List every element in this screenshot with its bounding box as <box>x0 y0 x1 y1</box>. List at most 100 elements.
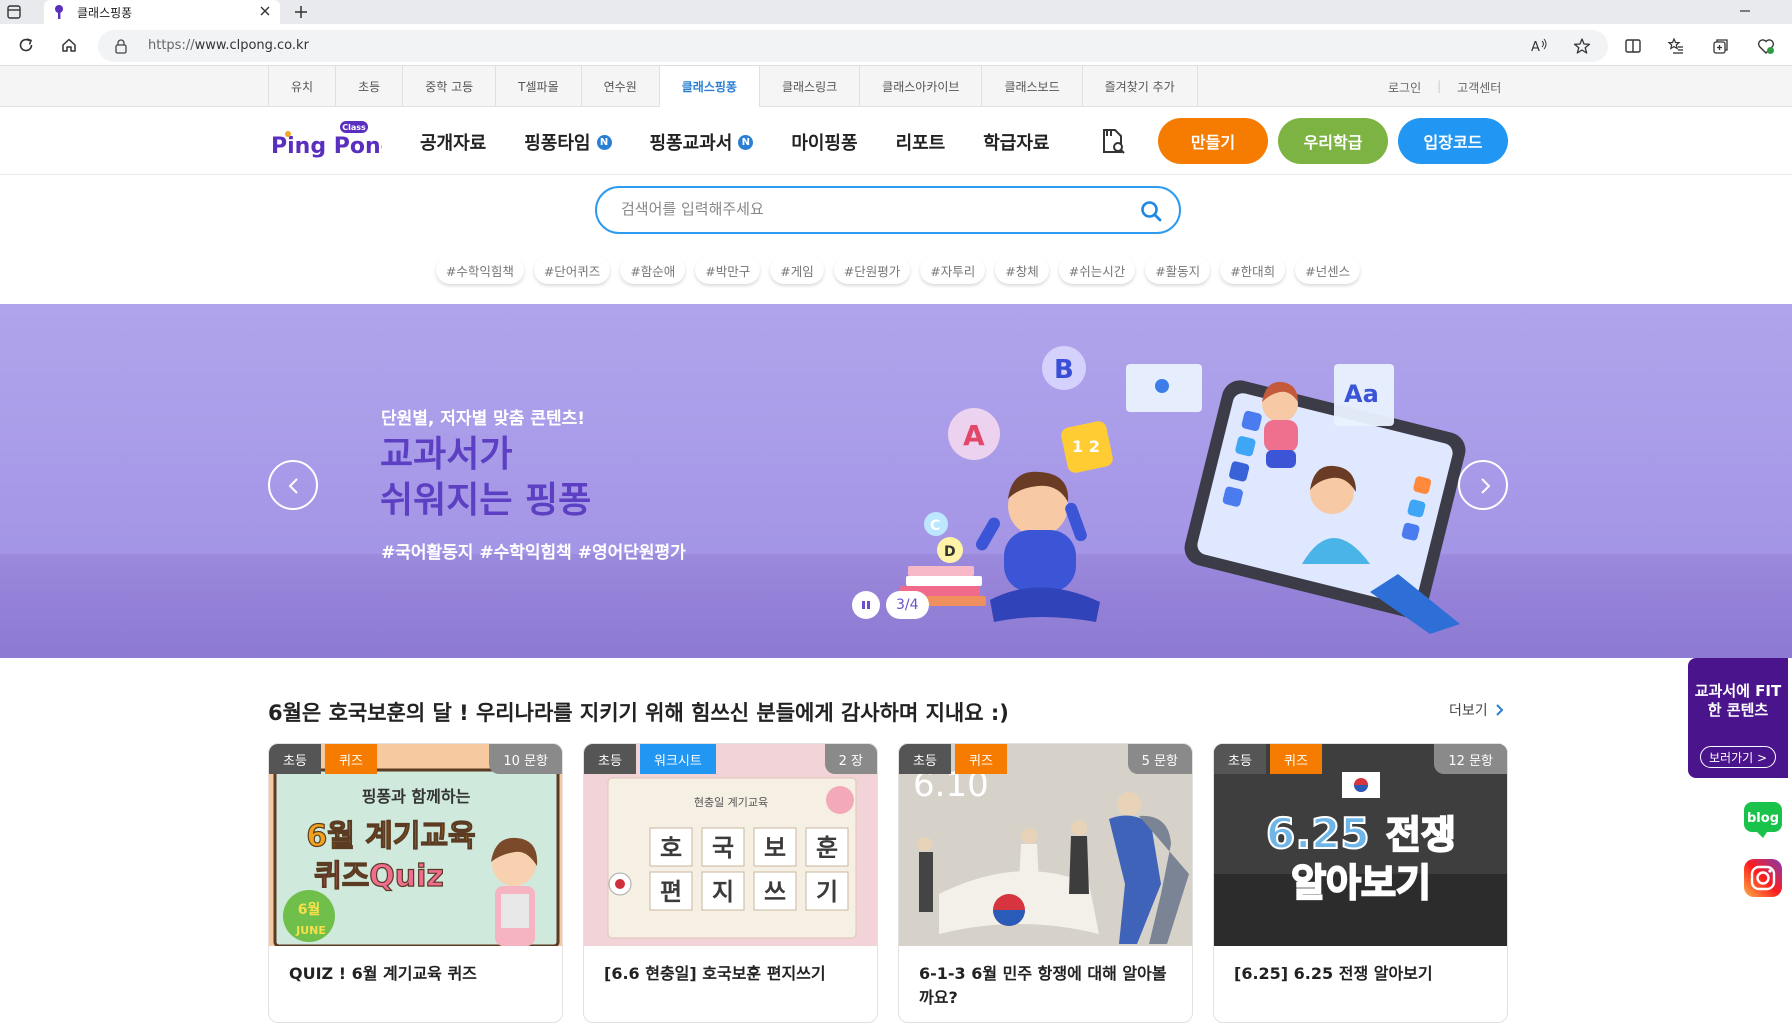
svg-text:6.25: 6.25 <box>1266 809 1370 858</box>
collections-icon[interactable] <box>1712 37 1730 55</box>
more-link[interactable]: 더보기 <box>1449 700 1504 720</box>
address-bar-row: https://www.clpong.co.kr A <box>0 24 1792 66</box>
support-link[interactable]: 고객센터 <box>1457 79 1501 96</box>
search-tag[interactable]: #활동지 <box>1145 256 1211 284</box>
site-nav-item[interactable]: 유치 <box>269 66 337 107</box>
content-card[interactable]: 핑퐁과 함께하는 6월 계기교육 퀴즈Quiz 6월 JUNE 초등 퀴즈 10… <box>268 743 563 1023</box>
search-tag-list: #수학익힘책 #단어퀴즈 #함순애 #박만구 #게임 #단원평가 #자투리 #창체 #쉬는시간 #… <box>0 256 1792 284</box>
card-title: [6.25] 6.25 전쟁 알아보기 <box>1234 964 1433 983</box>
search-input[interactable] <box>621 200 1121 218</box>
card-count-badge: 5 문항 <box>1127 744 1192 774</box>
family-site-list: 유치 초등 중학 고등 T셀파몰 연수원 클래스핑퐁 클래스링크 클래스아카이브 클래스보드 즐겨… <box>268 66 1198 107</box>
blog-icon[interactable]: blog <box>1743 800 1783 840</box>
minimize-icon[interactable] <box>1738 4 1752 18</box>
main-menu-item[interactable]: 핑퐁교과서 N <box>650 129 754 155</box>
new-badge: N <box>596 134 612 150</box>
card-thumbnail-art: 6.10 <box>913 765 1189 944</box>
site-favicon-icon <box>53 4 65 20</box>
site-nav-item[interactable]: 초등 <box>336 66 404 107</box>
site-nav-item[interactable]: 클래스링크 <box>760 66 861 107</box>
new-tab-icon[interactable] <box>292 3 310 21</box>
lock-icon[interactable] <box>114 38 128 54</box>
svg-text:Aa: Aa <box>1344 380 1379 408</box>
search-icon[interactable] <box>1139 199 1163 223</box>
tab-actions-icon[interactable] <box>6 4 22 20</box>
svg-text:1 2: 1 2 <box>1072 437 1100 456</box>
search-tag[interactable]: #게임 <box>770 256 824 284</box>
content-card[interactable]: 6.10 초등 퀴즈 5 문항 6-1-3 6월 민주 항쟁에 대해 알아볼까요… <box>898 743 1193 1023</box>
site-nav-item[interactable]: T셀파몰 <box>496 66 582 107</box>
side-promo-button[interactable]: 보러가기 > <box>1700 746 1776 768</box>
banner-title: 교과서가 쉬워지는 핑퐁 <box>380 432 591 524</box>
pause-icon <box>862 601 870 609</box>
search-tag[interactable]: #함순애 <box>620 256 686 284</box>
pause-button[interactable] <box>852 591 880 619</box>
favorites-icon[interactable] <box>1667 37 1685 55</box>
search-tag[interactable]: #수학익힘책 <box>435 256 524 284</box>
document-search-icon[interactable] <box>1100 127 1126 155</box>
svg-text:전쟁: 전쟁 <box>1386 813 1456 857</box>
card-type-badge: 워크시트 <box>640 744 716 774</box>
banner-hashtags: #국어활동지 #수학익힘책 #영어단원평가 <box>381 543 686 563</box>
instagram-icon[interactable] <box>1743 858 1783 898</box>
home-icon[interactable] <box>60 36 78 54</box>
search-tag[interactable]: #넌센스 <box>1295 256 1361 284</box>
svg-text:JUNE: JUNE <box>295 924 326 937</box>
search-tag[interactable]: #쉬는시간 <box>1058 256 1136 284</box>
banner-next-button[interactable] <box>1458 460 1508 510</box>
card-type-badge: 퀴즈 <box>955 744 1007 774</box>
browser-essentials-icon[interactable] <box>1757 37 1775 55</box>
pingpong-logo[interactable]: Class Ping Pong <box>270 121 396 161</box>
site-nav-item[interactable]: 즐겨찾기 추가 <box>1083 66 1198 107</box>
banner-title-line1: 교과서가 <box>380 434 513 475</box>
main-menu-item[interactable]: 핑퐁타임 N <box>524 129 612 155</box>
make-button[interactable]: 만들기 <box>1158 118 1268 164</box>
url-text: https://www.clpong.co.kr <box>148 38 309 53</box>
site-nav-item[interactable]: 중학 고등 <box>403 66 497 107</box>
search-tag[interactable]: #박만구 <box>695 256 761 284</box>
grid-glyph: 편 <box>660 877 682 906</box>
main-menu-item[interactable]: 마이핑퐁 <box>791 129 857 155</box>
main-menu-label: 리포트 <box>895 133 946 154</box>
card-thumbnail: 6.25 전쟁 알아보기 <box>1214 744 1507 946</box>
search-tag[interactable]: #자투리 <box>920 256 986 284</box>
content-card[interactable]: 현충일 계기교육 호 국 보 훈 편 지 쓰 기 초등 워크시트 2 장 [6.6 현충일]… <box>583 743 878 1023</box>
card-level-badge: 초등 <box>584 744 636 774</box>
read-aloud-icon[interactable]: A <box>1530 37 1548 55</box>
search-tag[interactable]: #한대희 <box>1220 256 1286 284</box>
search-tag[interactable]: #단원평가 <box>833 256 911 284</box>
banner-subtitle: 단원별, 저자별 맞춤 콘텐츠! <box>381 409 586 429</box>
main-menu-item[interactable]: 학급자료 <box>983 129 1049 155</box>
my-class-button[interactable]: 우리학급 <box>1278 118 1388 164</box>
entry-code-button[interactable]: 입장코드 <box>1398 118 1508 164</box>
svg-text:6월 계기교육: 6월 계기교육 <box>306 819 475 854</box>
favorite-star-icon[interactable] <box>1573 37 1591 55</box>
split-screen-icon[interactable] <box>1624 37 1642 55</box>
main-menu: 공개자료 핑퐁타임 N 핑퐁교과서 N 마이핑퐁 리포트 학급자료 <box>420 129 1050 155</box>
site-nav-item[interactable]: 클래스아카이브 <box>860 66 983 107</box>
card-count-badge: 12 문항 <box>1434 744 1507 774</box>
site-nav-item[interactable]: 클래스보드 <box>982 66 1083 107</box>
side-promo-banner[interactable]: 교과서에 FIT한 콘텐츠 보러가기 > <box>1688 658 1788 778</box>
site-nav-item[interactable]: 연수원 <box>582 66 660 107</box>
main-menu-item[interactable]: 공개자료 <box>420 129 486 155</box>
svg-text:B: B <box>1054 355 1074 385</box>
search-box <box>595 186 1181 234</box>
banner-prev-button[interactable] <box>268 460 318 510</box>
login-link[interactable]: 로그인 <box>1388 79 1421 96</box>
site-nav-item[interactable]: 클래스핑퐁 <box>659 66 760 107</box>
divider: | <box>1437 79 1442 93</box>
url-field[interactable]: https://www.clpong.co.kr <box>98 30 1608 62</box>
search-tag[interactable]: #단어퀴즈 <box>533 256 611 284</box>
search-tag[interactable]: #창체 <box>995 256 1049 284</box>
svg-text:A: A <box>1531 40 1540 55</box>
browser-tab[interactable]: 클래스핑퐁 <box>44 0 280 24</box>
grid-glyph: 쓰 <box>764 877 786 906</box>
main-menu-item[interactable]: 리포트 <box>896 129 946 155</box>
browser-tabbar: 클래스핑퐁 <box>0 0 1792 24</box>
card-thumbnail-art: 6.25 전쟁 알아보기 <box>1214 744 1507 946</box>
grid-glyph: 지 <box>712 877 734 906</box>
content-card[interactable]: 6.25 전쟁 알아보기 초등 퀴즈 12 문항 [6.25] 6.25 전쟁 … <box>1213 743 1508 1023</box>
refresh-icon[interactable] <box>17 36 35 54</box>
close-tab-icon[interactable] <box>258 4 272 18</box>
